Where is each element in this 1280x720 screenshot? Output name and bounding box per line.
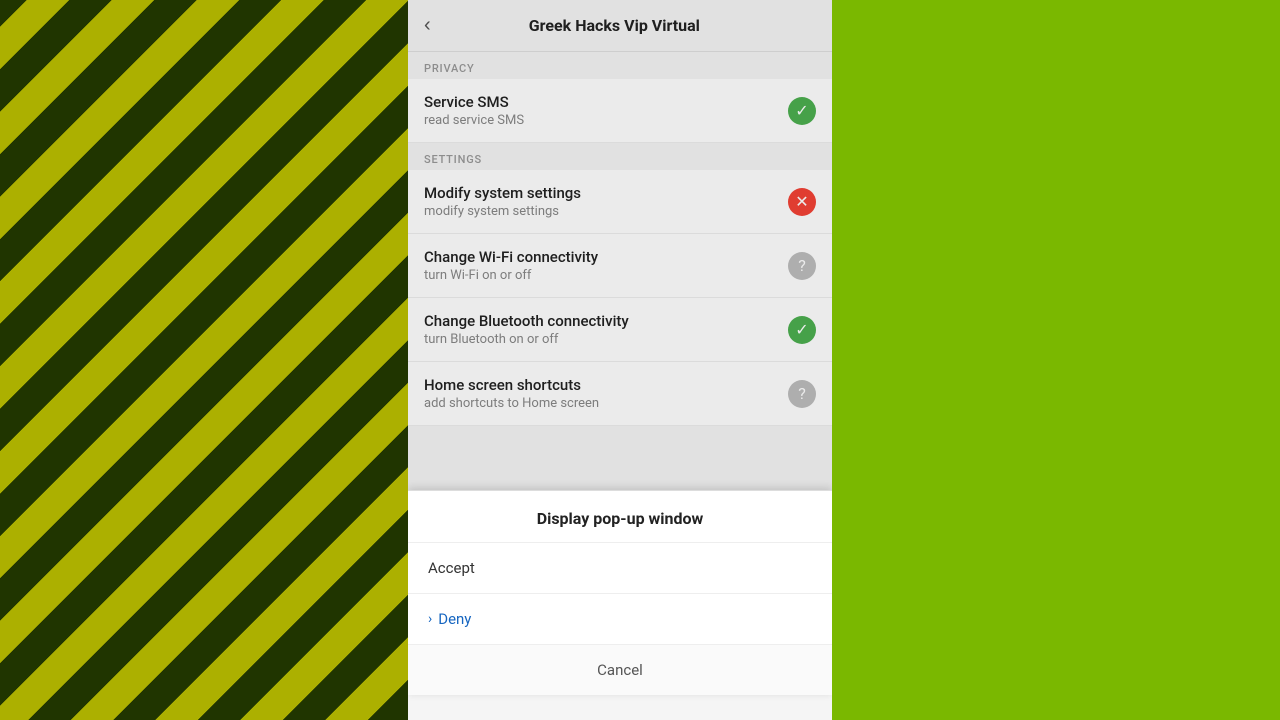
deny-label: Deny <box>438 610 471 628</box>
bg-stripes-left <box>0 0 410 720</box>
dialog-title: Display pop-up window <box>408 491 832 543</box>
chevron-icon: › <box>428 611 432 627</box>
accept-label: Accept <box>428 559 475 577</box>
bg-right <box>830 0 1280 720</box>
dialog: Display pop-up window Accept › Deny Canc… <box>408 490 832 695</box>
deny-button[interactable]: › Deny <box>408 594 832 645</box>
accept-button[interactable]: Accept <box>408 543 832 594</box>
dim-overlay <box>408 0 832 490</box>
cancel-button[interactable]: Cancel <box>408 645 832 695</box>
main-panel: ‹ Greek Hacks Vip Virtual PRIVACY Servic… <box>408 0 832 720</box>
cancel-label: Cancel <box>597 661 643 679</box>
